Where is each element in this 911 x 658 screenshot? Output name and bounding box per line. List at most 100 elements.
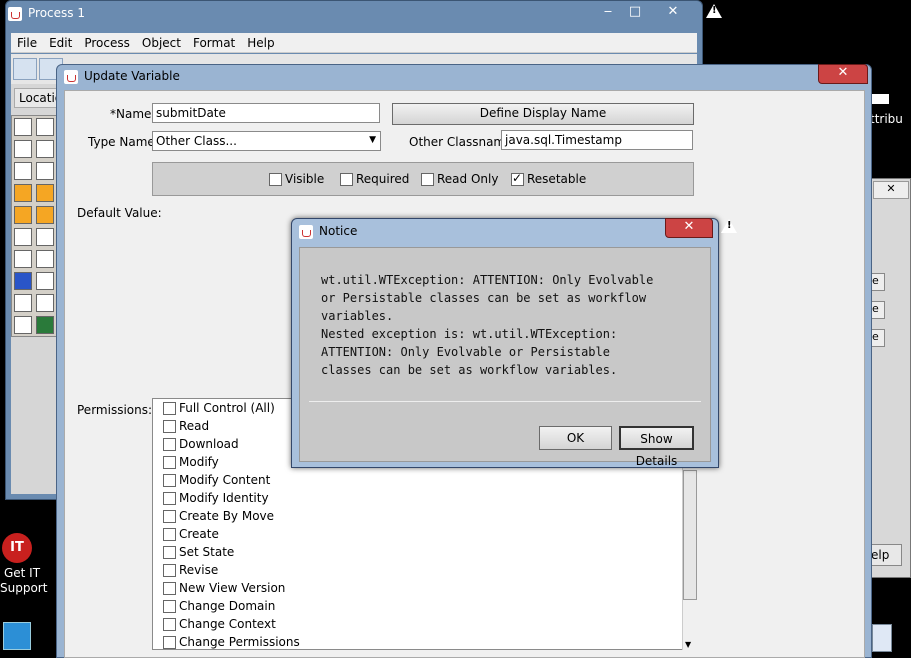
- notice-close-button[interactable]: ✕: [665, 218, 713, 238]
- background-dialog: ✕ e e e: [870, 178, 911, 578]
- java-app-icon: [8, 6, 22, 21]
- background-dialog-close-icon[interactable]: ✕: [873, 181, 909, 199]
- notice-message: wt.util.WTException: ATTENTION: Only Evo…: [321, 273, 654, 377]
- other-classname-input[interactable]: java.sql.Timestamp: [501, 130, 693, 150]
- type-name-value: Other Class...: [156, 134, 237, 148]
- type-name-select[interactable]: Other Class... ▼: [152, 131, 381, 151]
- document-icon[interactable]: [36, 294, 54, 312]
- permissions-label: Permissions:: [77, 403, 153, 417]
- subprocess-icon[interactable]: [36, 140, 54, 158]
- side-button-3[interactable]: e: [871, 329, 885, 347]
- permission-checkbox[interactable]: [163, 636, 176, 649]
- permission-checkbox[interactable]: [163, 402, 176, 415]
- permission-checkbox[interactable]: [163, 492, 176, 505]
- permission-label: Set State: [179, 545, 235, 559]
- timer-icon[interactable]: [36, 272, 54, 290]
- select-pointer-icon[interactable]: [14, 118, 32, 136]
- or-connector-icon[interactable]: [36, 184, 54, 202]
- menu-edit[interactable]: Edit: [43, 33, 78, 50]
- permission-checkbox[interactable]: [163, 618, 176, 631]
- permission-checkbox[interactable]: [163, 420, 176, 433]
- email-icon[interactable]: [36, 250, 54, 268]
- permission-label: Read: [179, 419, 210, 433]
- permission-label: Modify: [179, 455, 219, 469]
- permission-label: Change Domain: [179, 599, 276, 613]
- resetable-checkbox[interactable]: [511, 171, 524, 186]
- menu-format[interactable]: Format: [187, 33, 241, 50]
- name-label: *Name:: [110, 107, 156, 121]
- assigned-activity-icon[interactable]: [14, 162, 32, 180]
- permissions-scrollbar-thumb[interactable]: [683, 470, 697, 600]
- globe-icon[interactable]: [36, 316, 54, 334]
- side-button-2[interactable]: e: [871, 301, 885, 319]
- update-variable-title: Update Variable: [84, 69, 180, 83]
- process-window-titlebar: Process 1: [8, 6, 688, 28]
- scroll-down-icon[interactable]: ▼: [685, 640, 691, 649]
- document-shortcut-icon[interactable]: [872, 624, 892, 652]
- menu-object[interactable]: Object: [136, 33, 187, 50]
- ok-button[interactable]: OK: [539, 426, 612, 450]
- end-icon[interactable]: [36, 206, 54, 224]
- permission-label: Download: [179, 437, 239, 451]
- update-variable-close-button[interactable]: ✕: [818, 64, 868, 84]
- checker-icon[interactable]: [14, 228, 32, 246]
- notice-titlebar: Notice: [299, 224, 599, 239]
- robot-icon[interactable]: [14, 250, 32, 268]
- minimize-button[interactable]: ‒: [596, 4, 620, 22]
- warning-icon: [706, 4, 722, 18]
- process-close-button[interactable]: ✕: [650, 4, 696, 22]
- required-label: Required: [356, 172, 410, 186]
- permission-label: Full Control (All): [179, 401, 275, 415]
- permission-label: New View Version: [179, 581, 286, 595]
- get-it-support-label[interactable]: Get IT Support: [0, 566, 47, 596]
- permission-checkbox[interactable]: [163, 438, 176, 451]
- maximize-button[interactable]: □: [622, 4, 648, 22]
- back-arrow-icon[interactable]: [13, 58, 37, 80]
- permission-label: Create: [179, 527, 219, 541]
- java-app-icon: [299, 224, 313, 239]
- read-only-label: Read Only: [437, 172, 499, 186]
- permission-checkbox[interactable]: [163, 546, 176, 559]
- process-menubar: File Edit Process Object Format Help: [11, 33, 697, 53]
- menu-help[interactable]: Help: [241, 33, 280, 50]
- group-icon[interactable]: [14, 294, 32, 312]
- define-display-name-button[interactable]: Define Display Name: [392, 103, 694, 125]
- get-it-support-icon[interactable]: IT: [2, 533, 32, 563]
- name-input[interactable]: submitDate: [152, 103, 380, 123]
- dropdown-arrow-icon[interactable]: ▼: [369, 135, 376, 145]
- and-connector-icon[interactable]: [14, 184, 32, 202]
- notice-title: Notice: [319, 224, 358, 238]
- permission-label: Create By Move: [179, 509, 275, 523]
- read-only-checkbox[interactable]: [421, 173, 434, 186]
- show-details-button[interactable]: Show Details: [619, 426, 694, 468]
- activity-icon[interactable]: [14, 140, 32, 158]
- permission-checkbox[interactable]: [163, 474, 176, 487]
- menu-file[interactable]: File: [11, 33, 43, 50]
- permission-checkbox[interactable]: [163, 456, 176, 469]
- process-icon[interactable]: [36, 162, 54, 180]
- flag-icon[interactable]: [14, 272, 32, 290]
- shortcut-icon[interactable]: [3, 622, 31, 650]
- funnel-icon[interactable]: [36, 228, 54, 246]
- visible-checkbox[interactable]: [269, 173, 282, 186]
- permission-label: Change Permissions: [179, 635, 300, 649]
- update-variable-titlebar: Update Variable: [64, 69, 854, 87]
- type-name-label: Type Name:: [88, 135, 159, 149]
- permission-checkbox[interactable]: [163, 582, 176, 595]
- permission-checkbox[interactable]: [163, 564, 176, 577]
- side-button-1[interactable]: e: [871, 273, 885, 291]
- menu-process[interactable]: Process: [78, 33, 136, 50]
- connector-arrow-icon[interactable]: [36, 118, 54, 136]
- note-icon[interactable]: [14, 316, 32, 334]
- permission-checkbox[interactable]: [163, 600, 176, 613]
- resetable-label: Resetable: [527, 172, 587, 186]
- permission-checkbox[interactable]: [163, 528, 176, 541]
- tool-palette: [11, 115, 57, 337]
- java-app-icon: [64, 69, 78, 84]
- attribute-label-fragment: ttribu: [870, 112, 903, 126]
- permission-label: Modify Identity: [179, 491, 269, 505]
- required-checkbox[interactable]: [340, 173, 353, 186]
- decision-icon[interactable]: [14, 206, 32, 224]
- variable-flags-group: Visible Required Read Only Resetable: [152, 162, 694, 196]
- permission-checkbox[interactable]: [163, 510, 176, 523]
